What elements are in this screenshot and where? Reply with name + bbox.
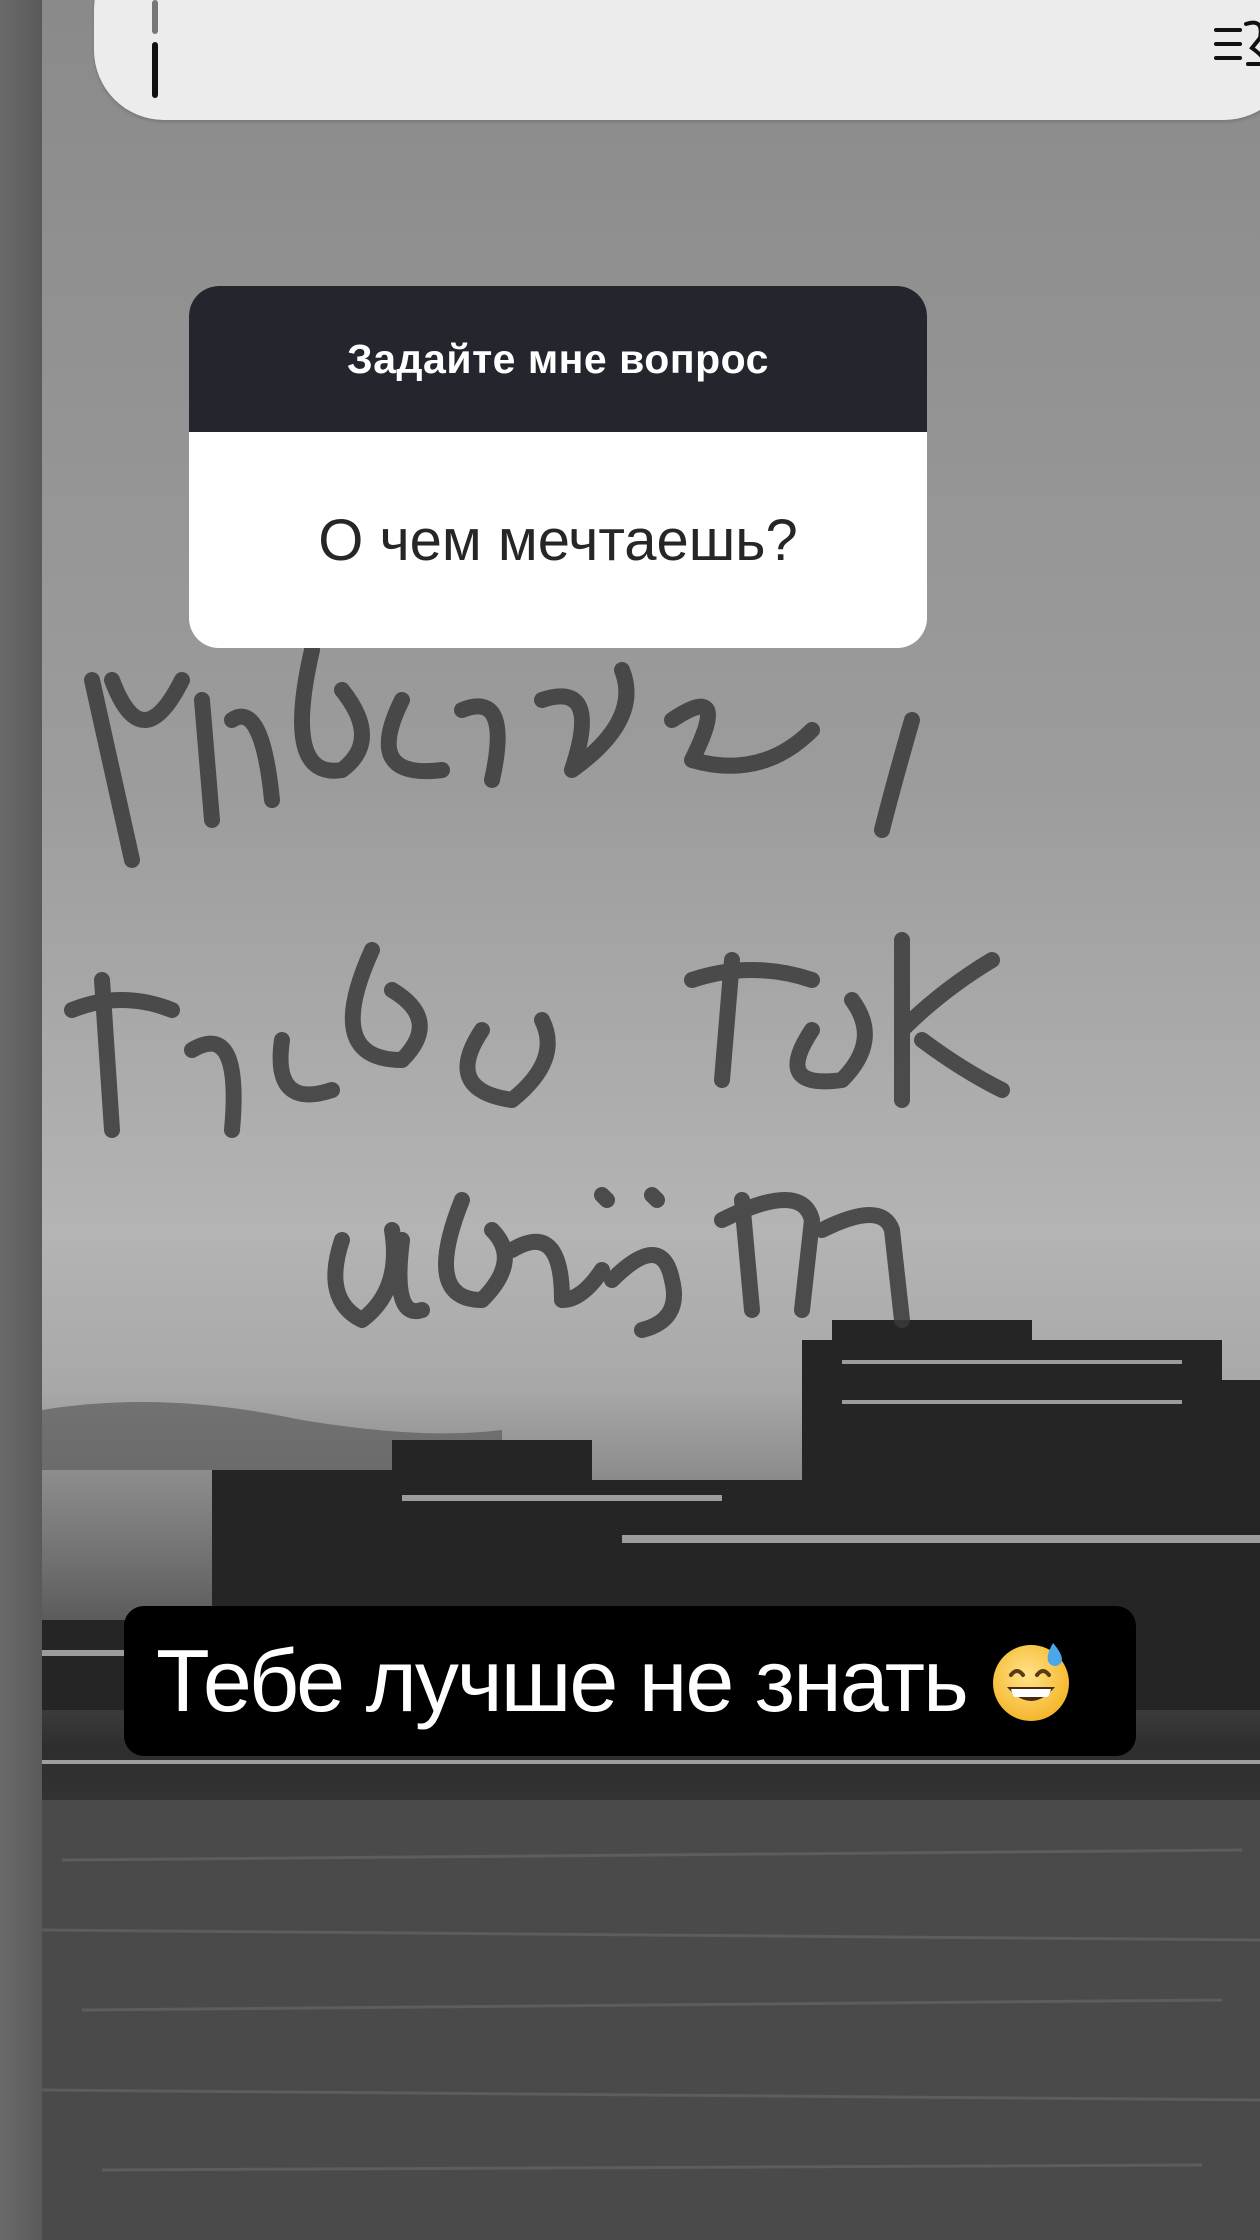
grinning-face-with-sweat-icon — [989, 1639, 1073, 1723]
question-sticker-question: О чем мечтаешь? — [318, 507, 798, 573]
text-input-bar[interactable] — [94, 0, 1260, 120]
text-cursor — [152, 42, 158, 98]
previous-story-edge — [0, 0, 42, 2240]
reply-text-box[interactable]: Тебе лучше не знать — [124, 1606, 1136, 1756]
text-cursor-top — [152, 0, 158, 34]
emoji-graphic — [992, 1643, 1069, 1721]
story-editor: Задайте мне вопрос О чем мечтаешь? Тебе … — [0, 0, 1260, 2240]
reply-text: Тебе лучше не знать — [156, 1631, 969, 1730]
text-align-glyph — [1214, 20, 1260, 66]
text-align-icon[interactable] — [1214, 18, 1260, 68]
question-sticker[interactable]: Задайте мне вопрос О чем мечтаешь? — [189, 286, 927, 648]
question-sticker-header: Задайте мне вопрос — [189, 286, 927, 432]
